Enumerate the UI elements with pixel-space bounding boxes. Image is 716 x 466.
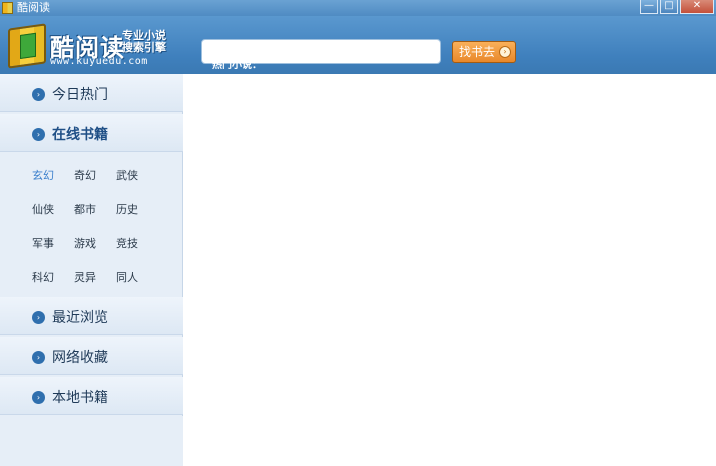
close-button[interactable]: ✕ xyxy=(680,0,714,14)
category-dushi[interactable]: 都市 xyxy=(74,201,96,217)
logo: 酷阅读 专业小说 搜索引擎 www.kuyuedu.com xyxy=(6,20,176,70)
sidebar-item-recent[interactable]: › 最近浏览 xyxy=(0,297,183,335)
category-lingyi[interactable]: 灵异 xyxy=(74,269,96,285)
sidebar-item-online-books[interactable]: › 在线书籍 xyxy=(0,114,183,152)
window-title: 酷阅读 xyxy=(17,1,50,14)
hot-novels-label: 热门小说： xyxy=(212,60,262,71)
logo-book-icon xyxy=(8,23,46,69)
logo-slogan-line2: 搜索引擎 xyxy=(122,41,166,54)
category-jingji[interactable]: 竞技 xyxy=(116,235,138,251)
sidebar-item-label: 本地书籍 xyxy=(52,390,108,406)
category-qihuan[interactable]: 奇幻 xyxy=(74,167,96,183)
sidebar-empty-area xyxy=(0,416,183,466)
arrow-circle-icon: › xyxy=(32,128,45,141)
sidebar-item-label: 在线书籍 xyxy=(52,127,108,143)
category-xianxia[interactable]: 仙侠 xyxy=(32,201,54,217)
category-youxi[interactable]: 游戏 xyxy=(74,235,96,251)
sidebar-item-label: 最近浏览 xyxy=(52,310,108,326)
arrow-circle-icon: › xyxy=(32,391,45,404)
title-bar: 酷阅读 — □ ✕ xyxy=(0,0,716,16)
category-tongren[interactable]: 同人 xyxy=(116,269,138,285)
arrow-circle-icon: › xyxy=(32,88,45,101)
minimize-button[interactable]: — xyxy=(640,0,658,14)
logo-url: www.kuyuedu.com xyxy=(50,56,148,67)
category-grid: 玄幻 奇幻 武侠 仙侠 都市 历史 军事 游戏 竞技 科幻 灵异 同人 xyxy=(0,157,183,297)
sidebar-item-local-books[interactable]: › 本地书籍 xyxy=(0,377,183,415)
category-kehuan[interactable]: 科幻 xyxy=(32,269,54,285)
app-book-icon xyxy=(2,2,13,14)
sidebar-item-web-favorites[interactable]: › 网络收藏 xyxy=(0,337,183,375)
header: 酷阅读 专业小说 搜索引擎 www.kuyuedu.com 找书去 › 热门小说… xyxy=(0,16,716,74)
sidebar: › 今日热门 › 在线书籍 玄幻 奇幻 武侠 仙侠 都市 历史 军事 游戏 竞技… xyxy=(0,74,183,466)
search-button[interactable]: 找书去 › xyxy=(452,41,516,63)
sidebar-item-label: 网络收藏 xyxy=(52,350,108,366)
logo-slogan: 专业小说 搜索引擎 xyxy=(122,30,166,54)
category-xuanhuan[interactable]: 玄幻 xyxy=(32,167,54,183)
sidebar-item-label: 今日热门 xyxy=(52,87,108,103)
category-lishi[interactable]: 历史 xyxy=(116,201,138,217)
maximize-button[interactable]: □ xyxy=(660,0,678,14)
category-wuxia[interactable]: 武侠 xyxy=(116,167,138,183)
category-junshi[interactable]: 军事 xyxy=(32,235,54,251)
search-button-label: 找书去 xyxy=(459,45,496,59)
sidebar-item-today-hot[interactable]: › 今日热门 xyxy=(0,74,183,112)
arrow-circle-icon: › xyxy=(32,311,45,324)
arrow-circle-icon: › xyxy=(32,351,45,364)
go-arrow-icon: › xyxy=(499,46,511,58)
